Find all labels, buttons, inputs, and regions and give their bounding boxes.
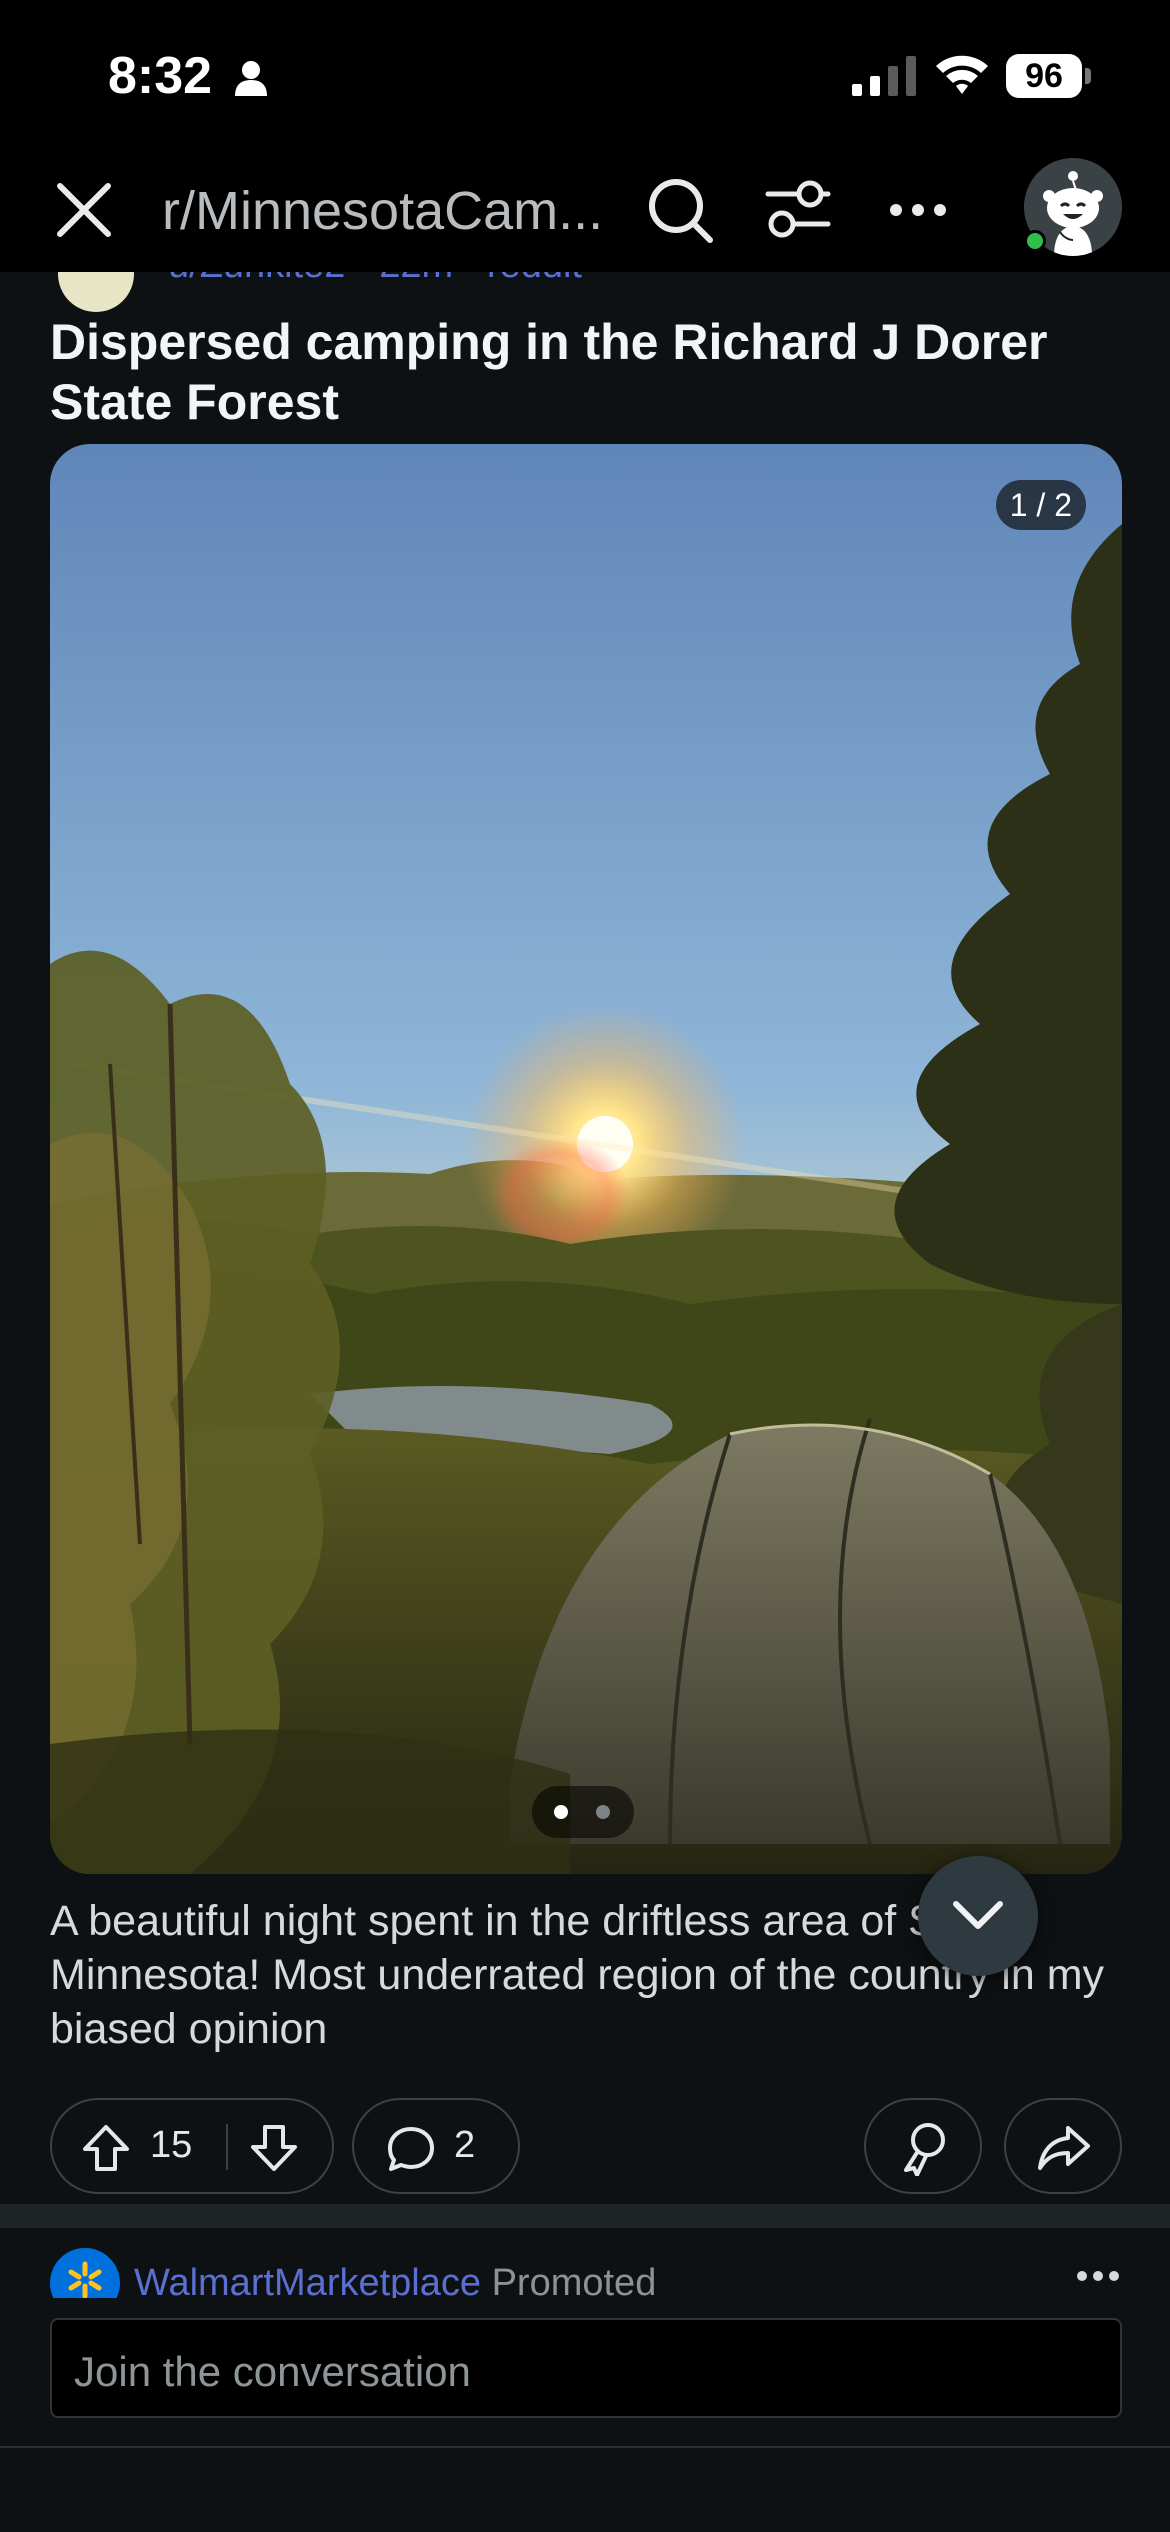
comment-input-placeholder: Join the conversation (74, 2348, 471, 2395)
more-options-icon[interactable] (1076, 2266, 1120, 2286)
comments-button[interactable]: 2 (352, 2098, 520, 2194)
post-title: Dispersed camping in the Richard J Dorer… (50, 314, 1048, 430)
subreddit-title[interactable]: r/MinnesotaCam... (162, 180, 612, 242)
vote-divider (226, 2124, 228, 2170)
close-icon[interactable] (50, 176, 118, 244)
chevron-down-icon (953, 1901, 1003, 1929)
upvote-arrow-icon[interactable] (80, 2122, 132, 2174)
bottom-divider (0, 2446, 1170, 2448)
sunset-campsite-photo (50, 444, 1122, 1874)
section-divider (0, 2204, 1170, 2228)
vote-control: 15 (50, 2098, 334, 2194)
battery-tip (1085, 68, 1091, 84)
jump-to-comments-button[interactable] (918, 1856, 1038, 1976)
battery-indicator: 96 (1006, 54, 1091, 98)
top-nav-bar: r/MinnesotaCam... (0, 150, 1170, 272)
comment-composer-bar: Join the conversation (0, 2298, 1170, 2446)
vote-count: 15 (150, 2124, 193, 2166)
comment-count: 2 (454, 2124, 476, 2166)
author-avatar[interactable] (58, 272, 134, 312)
share-button[interactable] (1004, 2098, 1122, 2194)
gallery-pagination[interactable] (532, 1786, 634, 1838)
more-icon[interactable] (882, 174, 954, 246)
battery-level: 96 (1006, 54, 1082, 98)
post-image-gallery[interactable]: 1 / 2 (50, 444, 1122, 1874)
comment-input[interactable]: Join the conversation (50, 2318, 1122, 2418)
wifi-icon (936, 55, 988, 94)
status-bar: 8:32 96 (0, 0, 1170, 150)
online-status-dot (1024, 230, 1046, 252)
gallery-dot[interactable] (596, 1805, 610, 1819)
cellular-signal-icon (852, 56, 916, 96)
person-icon (235, 61, 267, 96)
share-arrow-icon (1038, 2126, 1090, 2170)
award-button[interactable] (864, 2098, 982, 2194)
filter-icon[interactable] (762, 174, 834, 246)
author-line[interactable]: u/Zunkite2 · 22m · reddit (168, 272, 582, 287)
downvote-arrow-icon[interactable] (248, 2122, 300, 2174)
gallery-counter: 1 / 2 (995, 480, 1086, 530)
walmart-spark-icon (68, 2261, 102, 2299)
post-action-bar: 15 2 (0, 2098, 1170, 2198)
gallery-dot-active[interactable] (554, 1805, 568, 1819)
search-icon[interactable] (644, 174, 716, 246)
promoted-post[interactable]: WalmartMarketplace Promoted (0, 2228, 1170, 2308)
award-icon (904, 2123, 945, 2176)
status-time: 8:32 (108, 47, 213, 105)
comment-bubble-icon (388, 2127, 434, 2171)
